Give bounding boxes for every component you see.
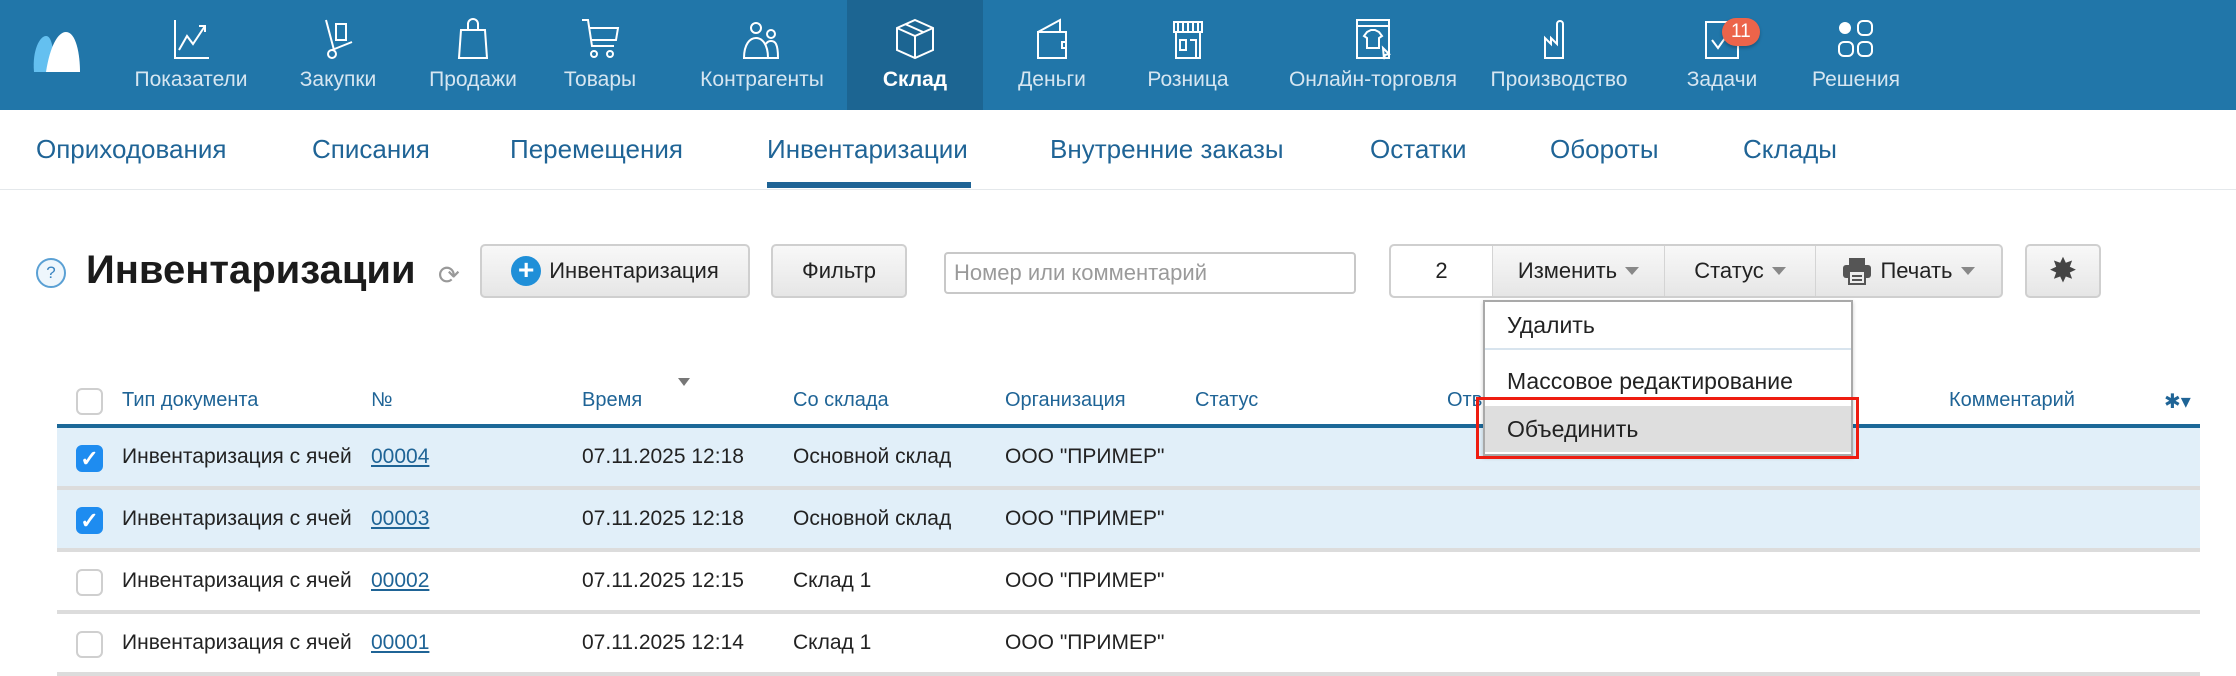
highlight-box bbox=[1476, 397, 1859, 459]
settings-button[interactable]: ✸ bbox=[2025, 244, 2101, 298]
selected-count: 2 bbox=[1391, 246, 1492, 296]
row-checkbox[interactable] bbox=[76, 631, 103, 658]
row-checkbox[interactable]: ✓ bbox=[76, 445, 103, 472]
tab-turnover[interactable]: Обороты bbox=[1550, 134, 1659, 165]
tab-internal-orders[interactable]: Внутренние заказы bbox=[1050, 134, 1284, 165]
chevron-down-icon bbox=[1960, 267, 1975, 275]
cell-type: Инвентаризация с ячей bbox=[122, 631, 352, 654]
people-icon bbox=[742, 22, 780, 59]
nav-item-warehouse[interactable]: Склад bbox=[847, 0, 983, 110]
change-button[interactable]: Изменить bbox=[1492, 246, 1664, 296]
cell-number-link[interactable]: 00001 bbox=[371, 631, 429, 655]
shopping-bag-icon bbox=[457, 18, 489, 59]
cell-number-link[interactable]: 00002 bbox=[371, 569, 429, 593]
column-settings-icon[interactable]: ✱▾ bbox=[2164, 389, 2191, 414]
sort-desc-icon bbox=[678, 378, 690, 386]
plus-icon: + bbox=[511, 256, 542, 286]
nav-item-solutions[interactable]: Решения bbox=[1800, 0, 1912, 110]
column-header-status[interactable]: Статус bbox=[1195, 389, 1258, 412]
factory-icon bbox=[1544, 20, 1564, 59]
nav-item-production[interactable]: Производство bbox=[1484, 0, 1634, 110]
box-icon bbox=[896, 18, 934, 60]
column-header-organization[interactable]: Организация bbox=[1005, 389, 1126, 412]
tab-write-offs[interactable]: Списания bbox=[312, 134, 430, 165]
column-header-comment[interactable]: Комментарий bbox=[1949, 389, 2075, 412]
row-checkbox[interactable]: ✓ bbox=[76, 507, 103, 534]
nav-item-indicators[interactable]: Показатели bbox=[123, 0, 259, 110]
cell-number-link[interactable]: 00003 bbox=[371, 507, 429, 531]
chevron-down-icon bbox=[1625, 267, 1640, 275]
tab-transfers[interactable]: Перемещения bbox=[510, 134, 683, 165]
filter-button[interactable]: Фильтр bbox=[771, 244, 907, 298]
table-row[interactable]: Инвентаризация с ячей 00001 07.11.2025 12:… bbox=[57, 614, 2200, 676]
cell-time: 07.11.2025 12:18 bbox=[582, 445, 744, 468]
row-checkbox[interactable] bbox=[76, 569, 103, 596]
cell-type: Инвентаризация с ячей bbox=[122, 507, 352, 530]
refresh-icon[interactable]: ⟳ bbox=[438, 260, 460, 291]
store-icon bbox=[1173, 21, 1203, 59]
tab-stock[interactable]: Остатки bbox=[1370, 134, 1467, 165]
column-header-number[interactable]: № bbox=[371, 389, 392, 412]
column-header-time[interactable]: Время bbox=[582, 389, 642, 412]
cell-warehouse: Склад 1 bbox=[793, 569, 872, 592]
status-button[interactable]: Статус bbox=[1664, 246, 1815, 296]
active-tab-underline bbox=[767, 182, 971, 188]
nav-item-counterparties[interactable]: Контрагенты bbox=[684, 0, 840, 110]
wallet-icon bbox=[1037, 18, 1067, 59]
nav-item-online-trade[interactable]: Онлайн-торговля bbox=[1270, 0, 1476, 110]
menu-divider bbox=[1485, 348, 1851, 350]
tab-inventories[interactable]: Инвентаризации bbox=[767, 134, 968, 165]
gear-icon: ✸ bbox=[2048, 252, 2078, 290]
cell-time: 07.11.2025 12:14 bbox=[582, 631, 744, 654]
table-row[interactable]: ✓ Инвентаризация с ячей 00004 07.11.2025 12… bbox=[57, 428, 2200, 490]
sub-nav: Оприходования Списания Перемещения Инвен… bbox=[0, 110, 2236, 190]
column-header-type[interactable]: Тип документа bbox=[122, 389, 258, 412]
nav-item-sales[interactable]: Продажи bbox=[413, 0, 533, 110]
cell-type: Инвентаризация с ячей bbox=[122, 569, 352, 592]
cell-organization: ООО "ПРИМЕР" bbox=[1005, 569, 1165, 592]
chart-line-icon bbox=[174, 20, 209, 59]
chevron-down-icon bbox=[1771, 267, 1786, 275]
cart-icon bbox=[582, 19, 620, 58]
tasks-badge: 11 bbox=[1722, 18, 1760, 46]
top-nav: Показатели Закупки Продажи Товары Контра… bbox=[0, 0, 2236, 110]
apps-icon bbox=[1838, 20, 1873, 57]
search-input[interactable] bbox=[944, 252, 1356, 294]
select-all-checkbox[interactable] bbox=[76, 388, 103, 415]
cell-type: Инвентаризация с ячей bbox=[122, 445, 352, 468]
table-row[interactable]: ✓ Инвентаризация с ячей 00003 07.11.2025 12… bbox=[57, 490, 2200, 552]
cell-organization: ООО "ПРИМЕР" bbox=[1005, 631, 1165, 654]
cell-time: 07.11.2025 12:15 bbox=[582, 569, 744, 592]
cell-warehouse: Основной склад bbox=[793, 507, 952, 530]
nav-item-products[interactable]: Товары bbox=[550, 0, 650, 110]
nav-item-retail[interactable]: Розница bbox=[1130, 0, 1246, 110]
nav-item-tasks[interactable]: Задачи 11 bbox=[1670, 0, 1774, 110]
cell-organization: ООО "ПРИМЕР" bbox=[1005, 445, 1165, 468]
table-row[interactable]: Инвентаризация с ячей 00002 07.11.2025 12:… bbox=[57, 552, 2200, 614]
nav-item-purchases[interactable]: Закупки bbox=[283, 0, 393, 110]
page-title: Инвентаризации bbox=[86, 248, 416, 292]
menu-item-delete[interactable]: Удалить bbox=[1485, 312, 1851, 339]
nav-item-money[interactable]: Деньги bbox=[1002, 0, 1102, 110]
menu-item-mass-edit[interactable]: Массовое редактирование bbox=[1485, 368, 1851, 395]
cell-warehouse: Склад 1 bbox=[793, 631, 872, 654]
add-inventory-button[interactable]: + Инвентаризация bbox=[480, 244, 750, 298]
cell-number-link[interactable]: 00004 bbox=[371, 445, 429, 469]
tab-warehouses[interactable]: Склады bbox=[1743, 134, 1837, 165]
cell-time: 07.11.2025 12:18 bbox=[582, 507, 744, 530]
tab-receipts[interactable]: Оприходования bbox=[36, 134, 226, 165]
cell-warehouse: Основной склад bbox=[793, 445, 952, 468]
cell-organization: ООО "ПРИМЕР" bbox=[1005, 507, 1165, 530]
hand-truck-icon bbox=[325, 19, 353, 59]
print-button[interactable]: Печать bbox=[1815, 246, 2001, 296]
online-store-icon bbox=[1356, 19, 1391, 60]
column-header-warehouse[interactable]: Со склада bbox=[793, 389, 889, 412]
printer-icon bbox=[1843, 258, 1872, 285]
logo[interactable] bbox=[32, 30, 82, 74]
help-icon[interactable]: ? bbox=[36, 258, 66, 288]
bulk-actions-group: 2 Изменить Статус Печать bbox=[1389, 244, 2003, 298]
